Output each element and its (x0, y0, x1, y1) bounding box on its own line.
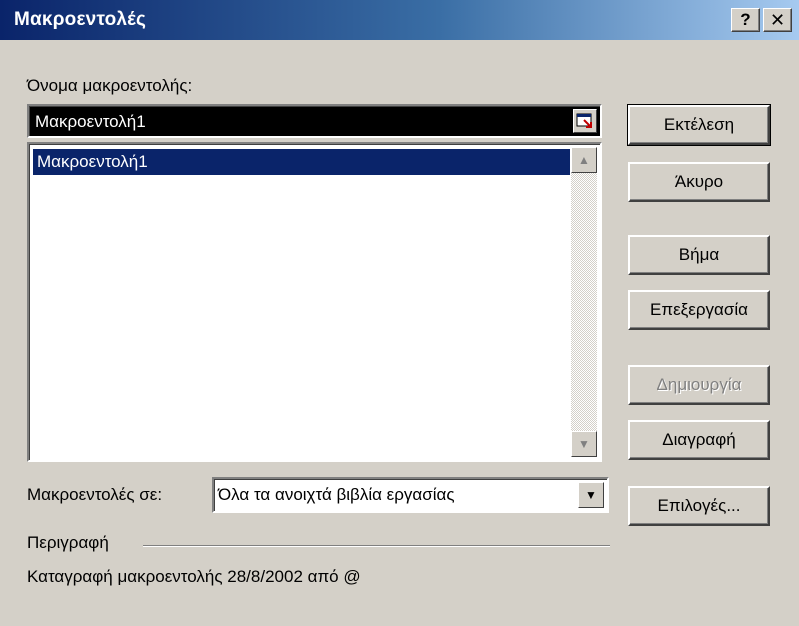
description-text: Καταγραφή μακροεντολής 28/8/2002 από @ (27, 567, 361, 586)
options-button[interactable]: Επιλογές... (628, 486, 770, 526)
triangle-down-icon: ▼ (578, 437, 590, 451)
macro-list[interactable]: Μακροεντολή1 ▲ ▼ (27, 142, 602, 462)
dropdown-button[interactable]: ▼ (578, 482, 604, 508)
scroll-down-button[interactable]: ▼ (571, 431, 597, 457)
macros-in-value: Όλα τα ανοιχτά βιβλία εργασίας (218, 485, 455, 504)
macro-name-value: Μακροεντολή1 (35, 112, 146, 131)
close-button[interactable]: ✕ (763, 8, 792, 32)
macros-in-select[interactable]: Όλα τα ανοιχτά βιβλία εργασίας ▼ (212, 477, 609, 513)
list-item[interactable]: Μακροεντολή1 (33, 149, 570, 175)
create-button[interactable]: Δημιουργία (628, 365, 770, 405)
run-button[interactable]: Εκτέλεση (627, 104, 771, 146)
collapse-dialog-button[interactable] (573, 109, 597, 133)
collapse-dialog-icon (576, 113, 592, 128)
macro-name-input[interactable]: Μακροεντολή1 (27, 104, 602, 138)
step-button[interactable]: Βήμα (628, 235, 770, 275)
macros-in-label: Μακροεντολές σε: (27, 485, 163, 504)
title-bar: Μακροεντολές ? ✕ (0, 0, 799, 40)
cancel-button[interactable]: Άκυρο (628, 162, 770, 202)
macro-name-label: Όνομα μακροεντολής: (27, 76, 193, 95)
chevron-down-icon: ▼ (585, 488, 597, 502)
help-button[interactable]: ? (731, 8, 760, 32)
window-title: Μακροεντολές (14, 9, 147, 30)
triangle-up-icon: ▲ (578, 153, 590, 167)
description-divider (143, 545, 610, 547)
edit-button[interactable]: Επεξεργασία (628, 290, 770, 330)
close-icon: ✕ (769, 10, 786, 30)
delete-button[interactable]: Διαγραφή (628, 420, 770, 460)
list-scrollbar[interactable]: ▲ ▼ (571, 147, 597, 457)
scroll-up-button[interactable]: ▲ (571, 147, 597, 173)
list-item-label: Μακροεντολή1 (37, 152, 148, 171)
description-label: Περιγραφή (27, 533, 109, 552)
